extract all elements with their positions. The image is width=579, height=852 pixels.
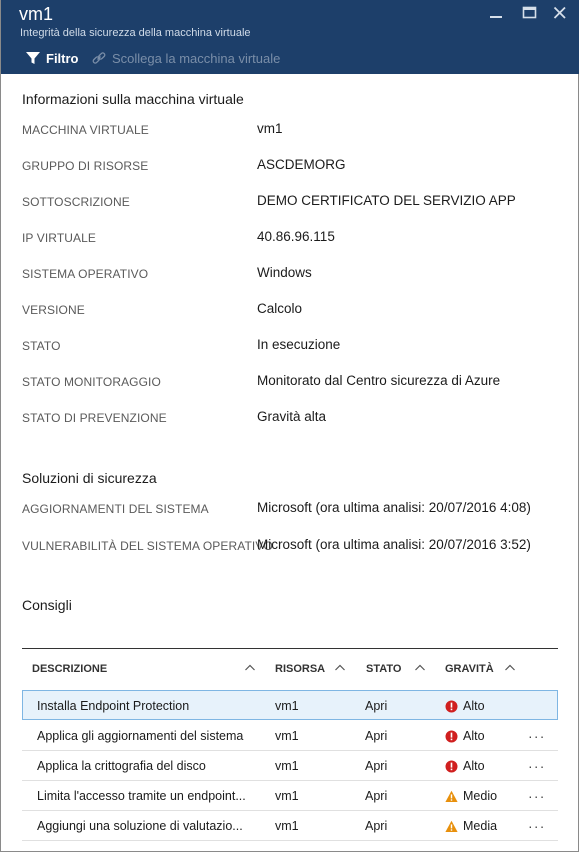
severity-label: Alto — [463, 729, 485, 743]
field-label: STATO — [22, 339, 61, 353]
row-state: Apri — [365, 819, 388, 833]
row-state: Apri — [365, 699, 388, 713]
minimize-icon[interactable] — [487, 4, 505, 22]
row-description: Applica la crittografia del disco — [37, 759, 206, 773]
field-value: ASCDEMORG — [257, 157, 346, 172]
column-header-state[interactable]: STATO — [366, 663, 401, 675]
row-description: Applica gli aggiornamenti del sistema — [37, 729, 244, 743]
close-icon[interactable] — [551, 4, 569, 22]
row-state: Apri — [365, 759, 388, 773]
error-circle-icon — [445, 730, 458, 743]
link-icon — [91, 50, 107, 66]
blade-title: vm1 — [19, 4, 54, 24]
severity-label: Alto — [463, 759, 485, 773]
table-row[interactable]: Aggiungi una soluzione di valutazio... v… — [22, 811, 558, 841]
field-value: Gravità alta — [257, 409, 327, 424]
row-severity: Alto — [445, 759, 485, 773]
maximize-icon[interactable] — [521, 4, 539, 22]
row-severity: Media — [445, 819, 497, 833]
filter-icon — [25, 50, 41, 66]
severity-label: Alto — [463, 699, 485, 713]
error-circle-icon — [445, 760, 458, 773]
sort-chevron-icon[interactable] — [504, 660, 516, 671]
field-label: VULNERABILITÀ DEL SISTEMA OPERATIVO — [22, 539, 273, 553]
field-label: IP VIRTUALE — [22, 231, 97, 245]
severity-label: Medio — [463, 789, 498, 803]
row-resource: vm1 — [275, 699, 299, 713]
row-description: Limita l'accesso tramite un endpoint... — [37, 789, 246, 803]
security-solutions-title: Soluzioni di sicurezza — [22, 470, 157, 486]
field-label: STATO DI PREVENZIONE — [22, 411, 167, 425]
severity-label: Media — [463, 819, 498, 833]
table-row[interactable]: Applica la crittografia del disco vm1 Ap… — [22, 751, 558, 781]
column-header-resource[interactable]: RISORSA — [275, 663, 325, 675]
sort-chevron-icon[interactable] — [244, 660, 256, 671]
field-value: Microsoft (ora ultima analisi: 20/07/201… — [257, 537, 531, 552]
row-description: Aggiungi una soluzione di valutazio... — [37, 819, 243, 833]
recommendations-title: Consigli — [22, 597, 72, 613]
field-label: MACCHINA VIRTUALE — [22, 123, 149, 137]
blade-subtitle: Integrità della sicurezza della macchina… — [20, 27, 251, 39]
field-value: 40.86.96.115 — [257, 229, 335, 244]
sort-chevron-icon[interactable] — [334, 660, 346, 671]
field-value: DEMO CERTIFICATO DEL SERVIZIO APP — [257, 193, 516, 208]
table-row[interactable]: Applica gli aggiornamenti del sistema vm… — [22, 721, 558, 751]
error-circle-icon — [445, 700, 458, 713]
row-resource: vm1 — [275, 789, 299, 803]
field-label: VERSIONE — [22, 303, 85, 317]
command-bar: Filtro Scollega la macchina virtuale — [1, 44, 579, 72]
table-row[interactable]: Installa Endpoint Protection vm1 Apri Al… — [22, 690, 558, 720]
row-severity: Medio — [445, 789, 497, 803]
vm-info-title: Informazioni sulla macchina virtuale — [22, 91, 244, 107]
row-state: Apri — [365, 729, 388, 743]
sort-chevron-icon[interactable] — [414, 660, 426, 671]
more-options-button[interactable]: ... — [528, 725, 546, 741]
blade-header: vm1 Integrità della sicurezza della macc… — [1, 0, 579, 74]
field-value: Monitorato dal Centro sicurezza di Azure — [257, 373, 501, 388]
field-value: vm1 — [257, 121, 283, 136]
field-value: Calcolo — [257, 301, 303, 316]
blade-frame: vm1 Integrità della sicurezza della macc… — [0, 0, 579, 852]
column-header-severity[interactable]: GRAVITÀ — [445, 663, 494, 675]
more-options-button[interactable]: ... — [528, 785, 546, 801]
row-resource: vm1 — [275, 759, 299, 773]
table-top-rule — [22, 648, 558, 649]
row-severity: Alto — [445, 729, 485, 743]
row-description: Installa Endpoint Protection — [37, 699, 190, 713]
column-header-description[interactable]: DESCRIZIONE — [32, 663, 107, 675]
field-label: STATO MONITORAGGIO — [22, 375, 161, 389]
detach-vm-button[interactable]: Scollega la macchina virtuale — [91, 50, 280, 66]
field-value: In esecuzione — [257, 337, 341, 352]
detach-vm-label: Scollega la macchina virtuale — [112, 50, 281, 66]
field-value: Windows — [257, 265, 312, 280]
filter-button[interactable]: Filtro — [25, 50, 79, 66]
more-options-button[interactable]: ... — [528, 755, 546, 771]
row-resource: vm1 — [275, 819, 299, 833]
row-severity: Alto — [445, 699, 485, 713]
table-row[interactable]: Limita l'accesso tramite un endpoint... … — [22, 781, 558, 811]
more-options-button[interactable]: ... — [528, 815, 546, 831]
field-value: Microsoft (ora ultima analisi: 20/07/201… — [257, 500, 531, 515]
field-label: AGGIORNAMENTI DEL SISTEMA — [22, 502, 209, 516]
field-label: GRUPPO DI RISORSE — [22, 159, 149, 173]
warning-triangle-icon — [445, 820, 458, 833]
field-label: SOTTOSCRIZIONE — [22, 195, 130, 209]
field-label: SISTEMA OPERATIVO — [22, 267, 149, 281]
filter-label: Filtro — [46, 50, 79, 66]
row-state: Apri — [365, 789, 388, 803]
warning-triangle-icon — [445, 790, 458, 803]
row-resource: vm1 — [275, 729, 299, 743]
